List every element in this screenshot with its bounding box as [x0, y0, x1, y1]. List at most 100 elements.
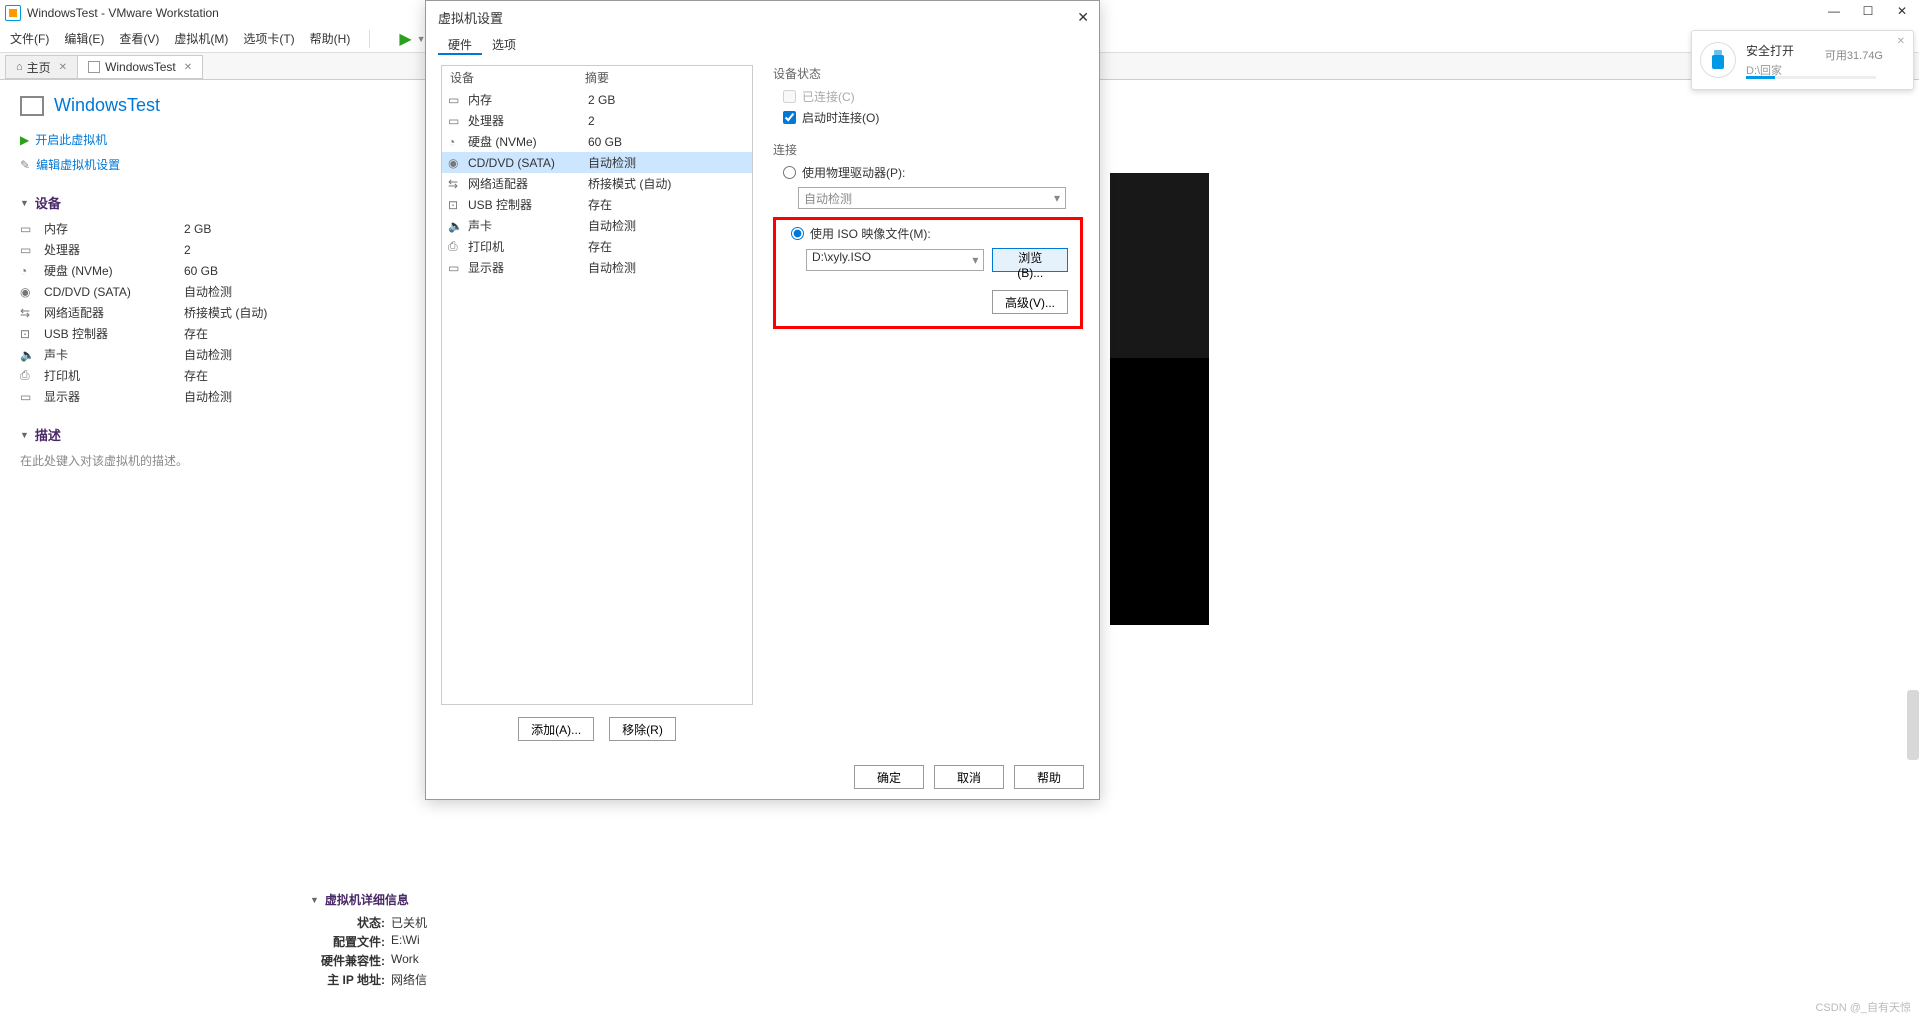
hardware-row[interactable]: ⇆ 网络适配器桥接模式 (自动): [442, 173, 752, 194]
help-button[interactable]: 帮助: [1014, 765, 1084, 789]
devices-header[interactable]: 设备: [20, 193, 290, 212]
close-icon[interactable]: ✕: [184, 62, 192, 73]
hw-summary: 存在: [588, 238, 612, 255]
remove-button[interactable]: 移除(R): [609, 717, 676, 741]
device-status-header: 设备状态: [773, 65, 1083, 82]
device-row[interactable]: ◔硬盘 (NVMe)60 GB: [20, 262, 290, 279]
details-header[interactable]: 虚拟机详细信息: [310, 891, 427, 908]
hw-summary: 自动检测: [588, 217, 636, 234]
device-row[interactable]: ⎙打印机存在: [20, 367, 290, 384]
hw-summary: 存在: [588, 196, 612, 213]
cancel-button[interactable]: 取消: [934, 765, 1004, 789]
connection-header: 连接: [773, 141, 1083, 158]
usb-notification: 安全打开 D:\回家 可用31.74G ✕: [1691, 30, 1914, 90]
device-label: CD/DVD (SATA): [44, 285, 184, 299]
menu-file[interactable]: 文件(F): [10, 30, 49, 47]
device-row[interactable]: ◉CD/DVD (SATA)自动检测: [20, 283, 290, 300]
power-on-icon[interactable]: ▶: [399, 29, 411, 49]
device-value: 2 GB: [184, 222, 211, 236]
device-label: 打印机: [44, 367, 184, 384]
usb-drive-icon: [1700, 42, 1736, 78]
device-label: 网络适配器: [44, 304, 184, 321]
hardware-row[interactable]: ⎙打印机存在: [442, 236, 752, 257]
edit-settings-label: 编辑虚拟机设置: [36, 156, 120, 173]
usb-close-button[interactable]: ✕: [1897, 36, 1905, 47]
device-row[interactable]: 🔈声卡自动检测: [20, 346, 290, 363]
description-placeholder[interactable]: 在此处键入对该虚拟机的描述。: [20, 452, 290, 469]
vm-details: 虚拟机详细信息 状态:已关机配置文件:E:\Wi硬件兼容性:Work主 IP 地…: [310, 891, 427, 990]
vm-tab-icon: [88, 61, 100, 73]
maximize-button[interactable]: ☐: [1861, 4, 1875, 18]
menu-edit[interactable]: 编辑(E): [64, 30, 104, 47]
device-value: 桥接模式 (自动): [184, 304, 267, 321]
hw-summary: 桥接模式 (自动): [588, 175, 671, 192]
device-row[interactable]: ▭ 内存2 GB: [20, 220, 290, 237]
detail-row: 配置文件:E:\Wi: [310, 933, 427, 950]
tab-home-label: 主页: [27, 59, 51, 76]
connect-at-poweron-checkbox[interactable]: 启动时连接(O): [783, 109, 1083, 126]
hw-summary: 60 GB: [588, 135, 622, 149]
hw-icon: ◔: [448, 135, 464, 149]
hw-icon: ⇆: [448, 177, 464, 191]
device-icon: ▭: [20, 222, 38, 236]
device-label: 显示器: [44, 388, 184, 405]
device-row[interactable]: ▭处理器2: [20, 241, 290, 258]
tab-windowstest[interactable]: WindowsTest ✕: [77, 55, 203, 79]
power-on-link[interactable]: ▶ 开启此虚拟机: [20, 131, 290, 148]
menu-view[interactable]: 查看(V): [119, 30, 159, 47]
device-icon: ◔: [20, 264, 38, 278]
edit-settings-link[interactable]: ✎ 编辑虚拟机设置: [20, 156, 290, 173]
device-icon: ⊡: [20, 327, 38, 341]
hw-icon: 🔈: [448, 219, 464, 233]
tab-hardware[interactable]: 硬件: [438, 33, 482, 55]
description-header[interactable]: 描述: [20, 425, 290, 444]
close-icon[interactable]: ✕: [59, 62, 67, 73]
hardware-row[interactable]: ⊡USB 控制器存在: [442, 194, 752, 215]
detail-row: 主 IP 地址:网络信: [310, 971, 427, 988]
device-row[interactable]: ⊡USB 控制器存在: [20, 325, 290, 342]
highlighted-iso-section: 使用 ISO 映像文件(M): D:\xyly.ISO 浏览(B)... 高级(…: [773, 217, 1083, 329]
tab-options[interactable]: 选项: [482, 33, 526, 55]
hardware-row[interactable]: ▭内存2 GB: [442, 89, 752, 110]
device-label: 声卡: [44, 346, 184, 363]
hardware-row[interactable]: 🔈声卡自动检测: [442, 215, 752, 236]
settings-dialog: 虚拟机设置 ✕ 硬件 选项 设备 摘要 ▭内存2 GB▭处理器2◔硬盘 (NVM…: [425, 0, 1100, 800]
iso-path-input[interactable]: D:\xyly.ISO: [806, 249, 984, 271]
hardware-row[interactable]: ◉CD/DVD (SATA)自动检测: [442, 152, 752, 173]
minimize-button[interactable]: —: [1827, 4, 1841, 18]
close-button[interactable]: ✕: [1895, 4, 1909, 18]
device-value: 自动检测: [184, 388, 232, 405]
device-icon: ▭: [20, 243, 38, 257]
watermark: CSDN @_自有天惊: [1815, 999, 1911, 1015]
scrollbar[interactable]: [1907, 690, 1919, 760]
device-row[interactable]: ▭ 显示器自动检测: [20, 388, 290, 405]
hw-icon: ▭: [448, 93, 464, 107]
device-value: 60 GB: [184, 264, 218, 278]
hardware-row[interactable]: ◔硬盘 (NVMe)60 GB: [442, 131, 752, 152]
hardware-row[interactable]: ▭显示器自动检测: [442, 257, 752, 278]
use-physical-radio[interactable]: 使用物理驱动器(P):: [783, 164, 1083, 181]
device-icon: ▭: [20, 390, 38, 404]
dialog-close-button[interactable]: ✕: [1077, 9, 1089, 26]
usb-title: 安全打开: [1746, 42, 1794, 59]
browse-button[interactable]: 浏览(B)...: [992, 248, 1068, 272]
add-button[interactable]: 添加(A)...: [518, 717, 594, 741]
power-on-label: 开启此虚拟机: [35, 131, 107, 148]
ok-button[interactable]: 确定: [854, 765, 924, 789]
menu-tabs[interactable]: 选项卡(T): [243, 30, 294, 47]
advanced-button[interactable]: 高级(V)...: [992, 290, 1068, 314]
tab-home[interactable]: ⌂ 主页 ✕: [5, 55, 78, 79]
play-icon: ▶: [20, 133, 29, 147]
connected-checkbox: 已连接(C): [783, 88, 1083, 105]
hardware-row[interactable]: ▭处理器2: [442, 110, 752, 131]
sidebar: WindowsTest ▶ 开启此虚拟机 ✎ 编辑虚拟机设置 设备 ▭内存2 G…: [0, 80, 310, 1020]
hw-summary: 自动检测: [588, 154, 636, 171]
hw-name: 处理器: [468, 112, 588, 129]
hw-name: 网络适配器: [468, 175, 588, 192]
menu-help[interactable]: 帮助(H): [310, 30, 351, 47]
device-label: 处理器: [44, 241, 184, 258]
device-row[interactable]: ⇆网络适配器桥接模式 (自动): [20, 304, 290, 321]
device-label: 内存: [44, 220, 184, 237]
menu-vm[interactable]: 虚拟机(M): [174, 30, 228, 47]
use-iso-radio[interactable]: 使用 ISO 映像文件(M):: [791, 225, 1068, 242]
